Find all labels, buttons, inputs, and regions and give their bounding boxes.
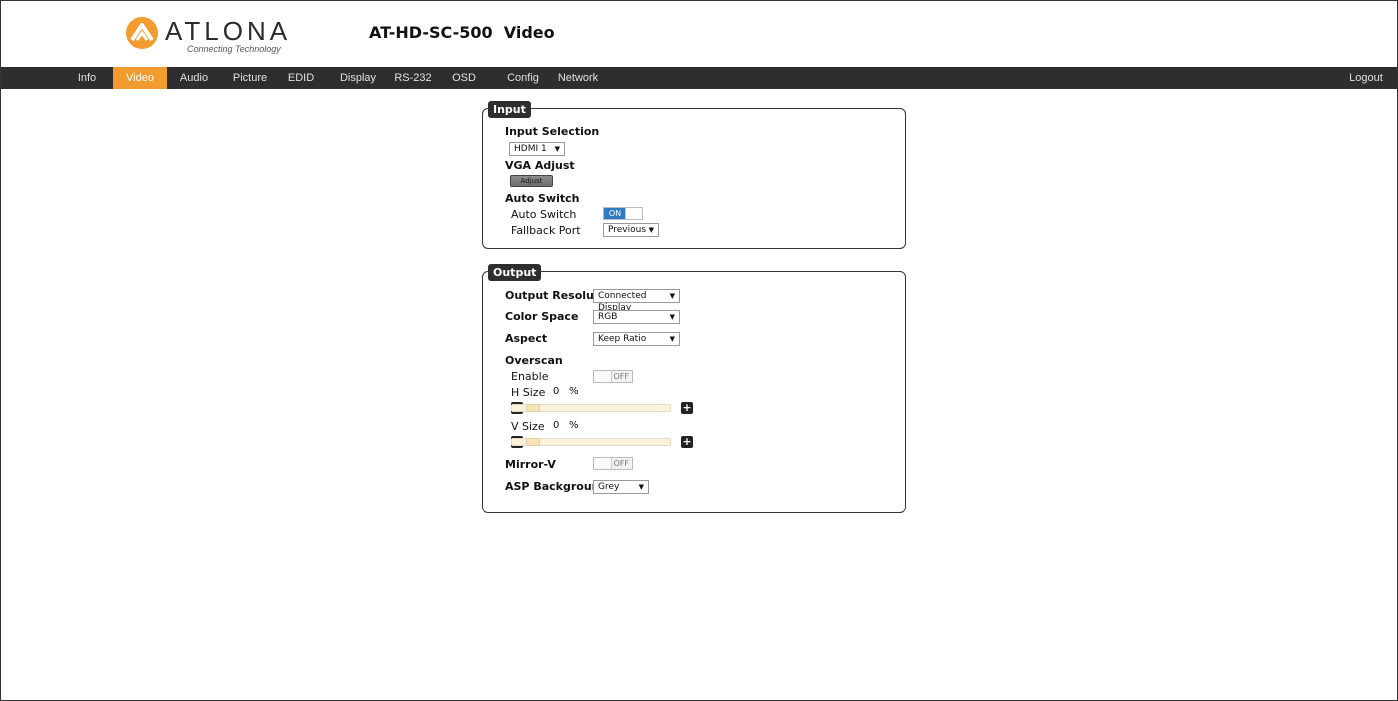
overscan-label: Overscan [505,354,563,367]
h-size-label: H Size [511,386,546,399]
enable-label: Enable [511,370,549,383]
asp-background-value: Grey [598,482,620,492]
chevron-down-icon: ▼ [554,145,560,153]
v-size-label: V Size [511,420,545,433]
chevron-down-icon: ▼ [669,292,675,300]
auto-switch-heading: Auto Switch [505,192,580,205]
color-space-value: RGB [598,312,618,322]
nav-item-video[interactable]: Video [113,67,167,89]
input-selection-value: HDMI 1 [514,144,547,154]
v-size-increase-button[interactable]: + [681,436,693,448]
aspect-select[interactable]: Keep Ratio ▼ [593,332,680,346]
v-size-value: 0 [553,420,560,431]
h-size-value: 0 [553,386,560,397]
toggle-thumb [594,458,612,469]
mirror-v-label: Mirror-V [505,458,556,471]
chevron-down-icon: ▼ [638,483,644,491]
output-resolution-select[interactable]: Connected Display ▼ [593,289,680,313]
input-selection-label: Input Selection [505,125,600,138]
color-space-label: Color Space [505,310,579,323]
h-size-slider-thumb[interactable] [526,404,540,412]
h-size-increase-button[interactable]: + [681,402,693,414]
output-panel: Output Output Resolution Connected Displ… [482,264,906,513]
vga-adjust-label: VGA Adjust [505,159,575,172]
adjust-button[interactable]: Adjust [510,175,553,187]
h-size-unit: % [569,386,579,397]
fallback-port-select[interactable]: Previous ▼ [603,223,659,237]
nav-item-config[interactable]: Config [501,67,545,89]
input-panel: Input Input Selection HDMI 1 ▼ VGA Adjus… [482,101,906,249]
auto-switch-label: Auto Switch [511,208,577,221]
nav-item-osd[interactable]: OSD [447,67,481,89]
toggle-thumb [594,371,612,382]
main-nav: Info Video Audio Picture EDID Display RS… [1,67,1397,89]
nav-item-picture[interactable]: Picture [228,67,272,89]
aspect-value: Keep Ratio [598,334,647,344]
chevron-down-icon: ▼ [669,335,675,343]
auto-switch-state: ON [604,208,626,219]
logout-link[interactable]: Logout [1341,67,1391,89]
color-space-select[interactable]: RGB ▼ [593,310,680,324]
nav-item-display[interactable]: Display [332,67,384,89]
auto-switch-toggle[interactable]: ON [603,207,643,220]
fallback-port-value: Previous [608,225,647,235]
nav-item-network[interactable]: Network [555,67,601,89]
v-size-slider-thumb[interactable] [526,438,540,446]
v-size-slider[interactable] [511,438,671,446]
logo-tagline: Connecting Technology [187,44,281,54]
nav-item-audio[interactable]: Audio [174,67,214,89]
nav-item-edid[interactable]: EDID [284,67,318,89]
aspect-label: Aspect [505,332,548,345]
nav-item-info[interactable]: Info [67,67,107,89]
v-size-unit: % [569,420,579,431]
toggle-thumb [625,208,642,219]
overscan-enable-toggle[interactable]: OFF [593,370,633,383]
mirror-v-toggle[interactable]: OFF [593,457,633,470]
mirror-v-state: OFF [613,459,630,468]
logo-wordmark: ATLONA [165,16,292,46]
overscan-enable-state: OFF [613,372,630,381]
h-size-slider[interactable] [511,404,671,412]
asp-background-select[interactable]: Grey ▼ [593,480,649,494]
page-title: AT-HD-SC-500 Video [369,23,555,42]
input-selection-select[interactable]: HDMI 1 ▼ [509,142,565,156]
output-panel-legend: Output [488,264,542,281]
logo-mark-icon [126,17,158,49]
chevron-down-icon: ▼ [669,313,675,321]
chevron-down-icon: ▼ [648,226,654,234]
fallback-port-label: Fallback Port [511,224,581,237]
input-panel-legend: Input [488,101,531,118]
nav-item-rs232[interactable]: RS-232 [393,67,433,89]
